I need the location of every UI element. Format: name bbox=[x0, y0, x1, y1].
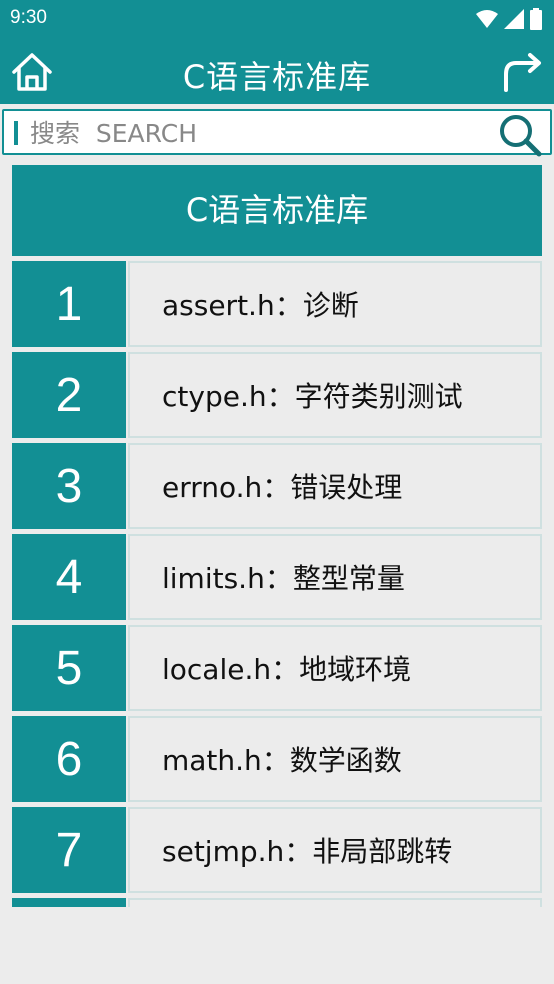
share-arrow-icon[interactable] bbox=[500, 50, 544, 94]
search-input[interactable] bbox=[30, 117, 490, 149]
item-label: ctype.h：字符类别测试 bbox=[128, 352, 542, 438]
item-number: 5 bbox=[12, 625, 126, 711]
item-label: locale.h：地域环境 bbox=[128, 625, 542, 711]
item-label: errno.h：错误处理 bbox=[128, 443, 542, 529]
item-label: assert.h：诊断 bbox=[128, 261, 542, 347]
item-label bbox=[128, 898, 542, 907]
library-list: 1 assert.h：诊断 2 ctype.h：字符类别测试 3 errno.h… bbox=[12, 261, 542, 907]
item-label: limits.h：整型常量 bbox=[128, 534, 542, 620]
battery-icon bbox=[530, 8, 542, 30]
list-item[interactable]: 3 errno.h：错误处理 bbox=[12, 443, 542, 529]
search-cursor bbox=[14, 121, 18, 145]
item-number: 2 bbox=[12, 352, 126, 438]
signal-icon bbox=[504, 9, 524, 29]
item-label: math.h：数学函数 bbox=[128, 716, 542, 802]
status-time: 9:30 bbox=[10, 7, 47, 28]
list-item[interactable]: 2 ctype.h：字符类别测试 bbox=[12, 352, 542, 438]
item-number: 6 bbox=[12, 716, 126, 802]
search-icon[interactable] bbox=[498, 113, 542, 157]
list-item[interactable]: 8 bbox=[12, 898, 542, 907]
list-item[interactable]: 4 limits.h：整型常量 bbox=[12, 534, 542, 620]
list-item[interactable]: 6 math.h：数学函数 bbox=[12, 716, 542, 802]
item-number: 4 bbox=[12, 534, 126, 620]
status-icons bbox=[476, 8, 542, 30]
search-bar bbox=[2, 109, 552, 157]
wifi-icon bbox=[476, 10, 498, 28]
item-number: 1 bbox=[12, 261, 126, 347]
list-item[interactable]: 5 locale.h：地域环境 bbox=[12, 625, 542, 711]
item-number: 8 bbox=[12, 898, 126, 907]
list-header: C语言标准库 bbox=[12, 165, 542, 256]
item-number: 3 bbox=[12, 443, 126, 529]
item-number: 7 bbox=[12, 807, 126, 893]
list-item[interactable]: 1 assert.h：诊断 bbox=[12, 261, 542, 347]
status-bar: 9:30 bbox=[0, 0, 554, 38]
app-title: C语言标准库 bbox=[182, 58, 372, 96]
app-bar: C语言标准库 bbox=[0, 38, 554, 104]
list-item[interactable]: 7 setjmp.h：非局部跳转 bbox=[12, 807, 542, 893]
item-label: setjmp.h：非局部跳转 bbox=[128, 807, 542, 893]
